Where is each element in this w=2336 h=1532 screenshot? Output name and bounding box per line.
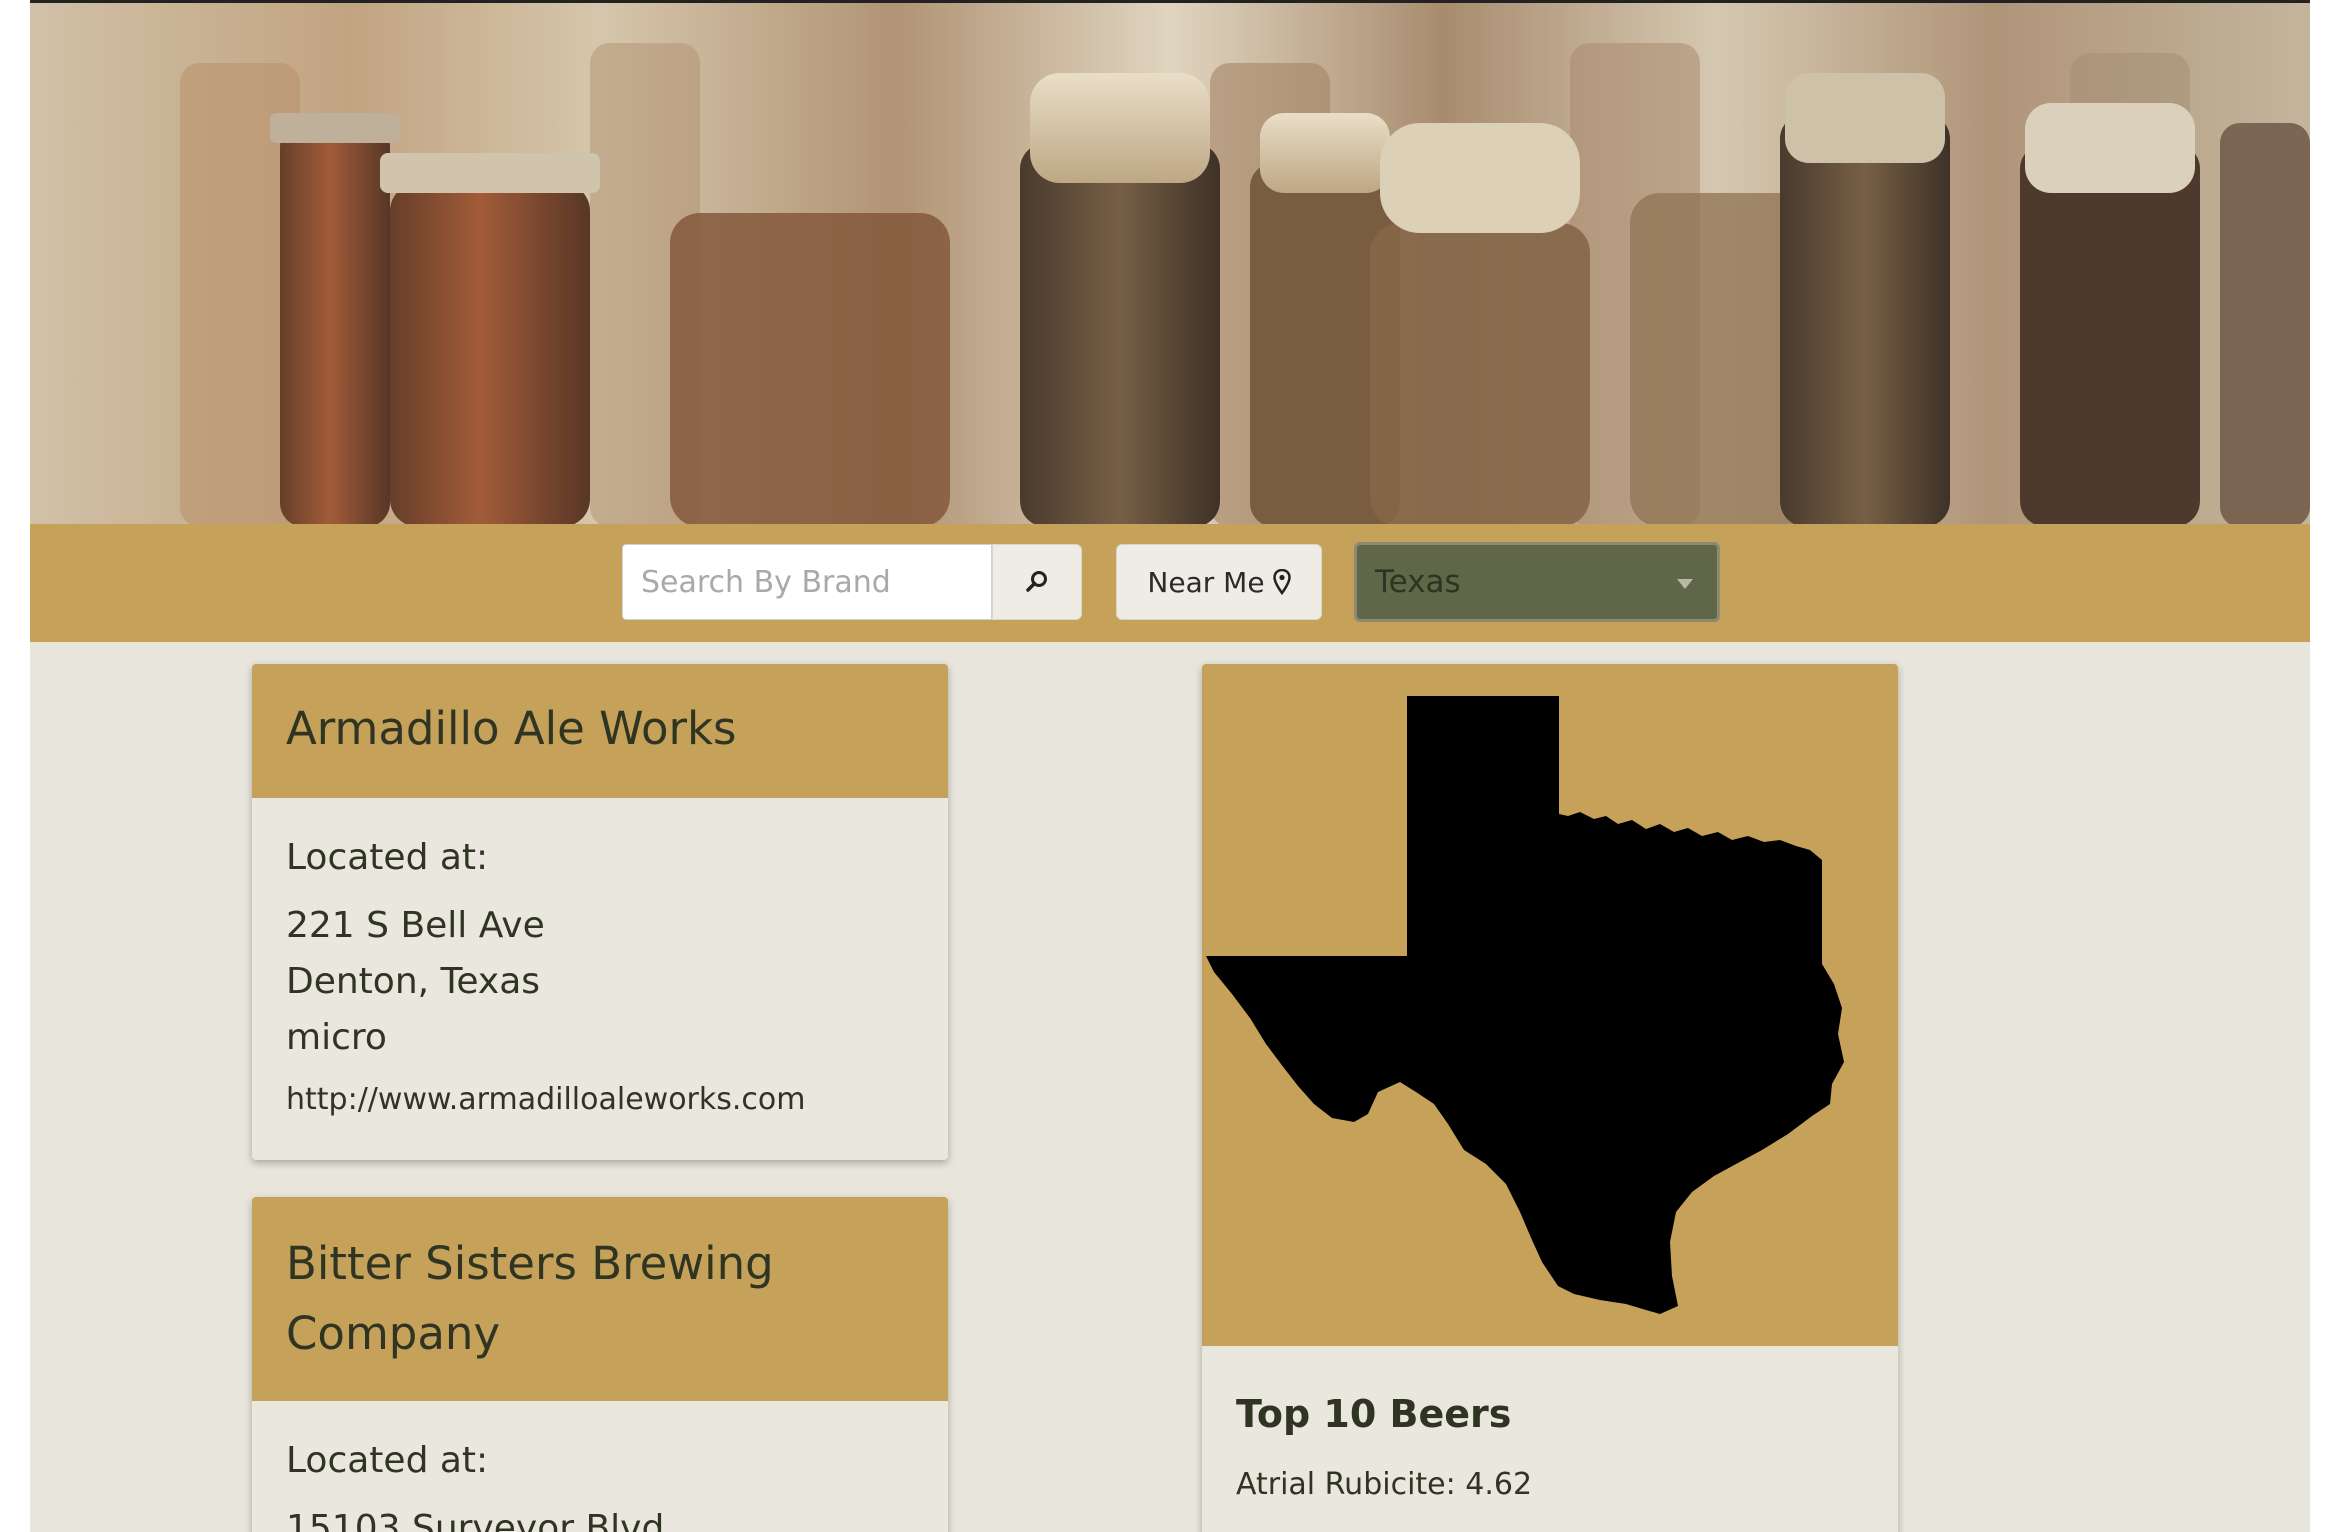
brand-search-input[interactable] bbox=[622, 544, 992, 620]
brewery-card: Armadillo Ale Works Located at: 221 S Be… bbox=[252, 664, 948, 1160]
brewery-type: micro bbox=[286, 1017, 387, 1058]
brewery-card-body: Located at: 221 S Bell Ave Denton, Texas… bbox=[252, 798, 948, 1146]
located-label: Located at: bbox=[286, 1440, 489, 1481]
search-icon bbox=[1026, 571, 1047, 592]
brewery-name: Armadillo Ale Works bbox=[286, 702, 737, 755]
hero-banner bbox=[30, 0, 2310, 524]
brewery-city-state: Denton, Texas bbox=[286, 961, 541, 1002]
brewery-card-body: Located at: 15103 Surveyor Blvd bbox=[252, 1401, 948, 1532]
page: Near Me Texas Armadillo Ale Works Locate… bbox=[30, 0, 2310, 1532]
search-button[interactable] bbox=[992, 544, 1082, 620]
top-beer-item: Atrial Rubicite: 4.62 bbox=[1236, 1467, 1533, 1502]
near-me-label: Near Me bbox=[1147, 565, 1265, 599]
brewery-card-header: Bitter Sisters Brewing Company bbox=[252, 1197, 948, 1401]
brewery-card: Bitter Sisters Brewing Company Located a… bbox=[252, 1197, 948, 1532]
top-beers-title: Top 10 Beers bbox=[1236, 1392, 1512, 1436]
bottles-hero-image bbox=[30, 3, 2310, 524]
chevron-down-icon bbox=[1677, 579, 1693, 589]
top-beers-section: Top 10 Beers Atrial Rubicite: 4.62 bbox=[1202, 1346, 1898, 1532]
brewery-name: Bitter Sisters Brewing Company bbox=[286, 1237, 774, 1360]
search-bar: Near Me Texas bbox=[30, 524, 2310, 642]
state-panel-card: Top 10 Beers Atrial Rubicite: 4.62 bbox=[1202, 664, 1898, 1532]
near-me-button[interactable]: Near Me bbox=[1116, 544, 1322, 620]
brewery-card-header: Armadillo Ale Works bbox=[252, 664, 948, 798]
state-select[interactable]: Texas bbox=[1354, 542, 1720, 622]
state-map-area bbox=[1202, 664, 1898, 1346]
located-label: Located at: bbox=[286, 837, 489, 878]
brewery-street: 221 S Bell Ave bbox=[286, 905, 545, 946]
state-select-value: Texas bbox=[1375, 564, 1461, 600]
brewery-street: 15103 Surveyor Blvd bbox=[286, 1508, 665, 1532]
texas-map-icon bbox=[1206, 696, 1844, 1314]
map-pin-icon bbox=[1272, 569, 1291, 595]
brewery-website-link[interactable]: http://www.armadilloaleworks.com bbox=[286, 1076, 914, 1124]
